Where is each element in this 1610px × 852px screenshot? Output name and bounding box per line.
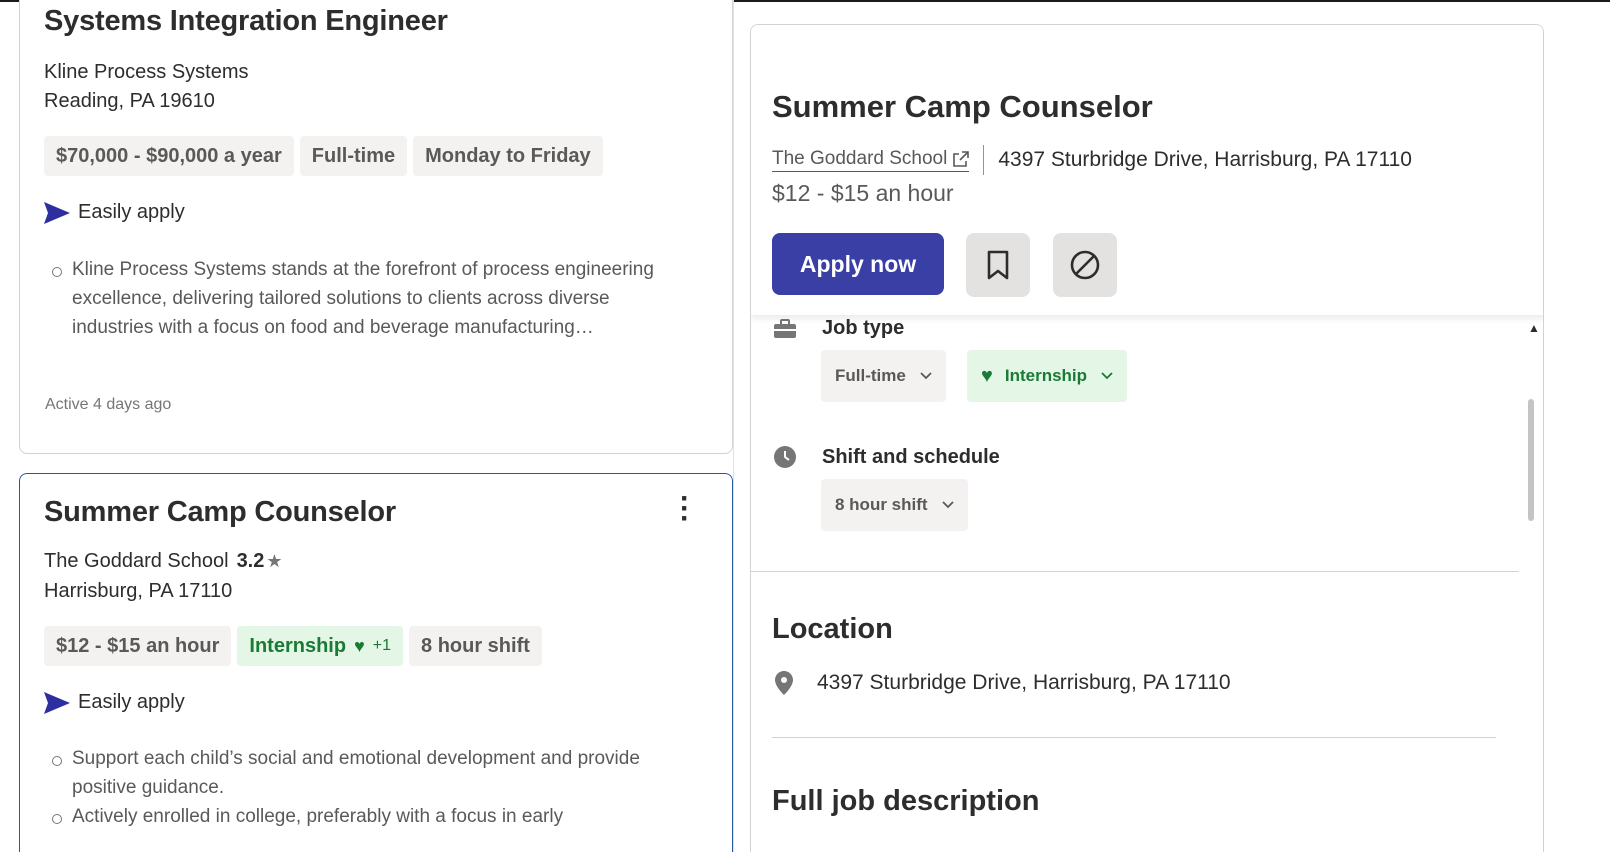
easily-apply-label: Easily apply (78, 201, 185, 223)
send-icon (44, 691, 70, 714)
chevron-down-icon (1101, 372, 1113, 380)
easily-apply: Easily apply (44, 201, 185, 224)
briefcase-icon (774, 319, 796, 338)
heart-icon: ♥ (354, 635, 365, 656)
apply-now-button[interactable]: Apply now (772, 233, 944, 295)
company-row: The Goddard School 3.2 ★ (44, 550, 283, 573)
chip-label: 8 hour shift (835, 495, 928, 514)
chevron-down-icon (941, 501, 954, 509)
more-count: +1 (372, 637, 392, 654)
detail-address: 4397 Sturbridge Drive, Harrisburg, PA 17… (998, 148, 1412, 171)
scroll-up-icon[interactable]: ▲ (1528, 321, 1540, 335)
salary-tag: $12 - $15 an hour (44, 626, 232, 666)
location-address: 4397 Sturbridge Drive, Harrisburg, PA 17… (817, 671, 1231, 694)
chip-label: Internship (1004, 366, 1088, 385)
job-card[interactable]: Systems Integration Engineer Kline Proce… (19, 0, 733, 454)
job-detail-panel: Summer Camp Counselor The Goddard School… (750, 24, 1544, 852)
shift-schedule-label: Shift and schedule (822, 446, 1000, 468)
shift-chip[interactable]: 8 hour shift (821, 479, 968, 531)
easily-apply-label: Easily apply (78, 691, 185, 713)
company-name: The Goddard School (44, 550, 229, 572)
chevron-down-icon (920, 372, 932, 380)
job-card-selected[interactable]: · · · Summer Camp Counselor The Goddard Sc… (19, 473, 733, 852)
company-link[interactable]: The Goddard School (772, 148, 970, 172)
job-type-chip-internship[interactable]: ♥ Internship (967, 350, 1128, 402)
divider (772, 737, 1496, 738)
shift-tag: 8 hour shift (409, 626, 542, 666)
active-date: Active 4 days ago (45, 396, 172, 413)
scrollbar-thumb[interactable] (1528, 399, 1534, 521)
job-snippet: Kline Process Systems stands at the fore… (52, 255, 672, 342)
job-type-chip-fulltime[interactable]: Full-time (821, 350, 946, 402)
tag-list: $70,000 - $90,000 a year Full-time Monda… (44, 136, 603, 176)
job-list: Systems Integration Engineer Kline Proce… (0, 0, 733, 852)
job-title[interactable]: Systems Integration Engineer (44, 5, 448, 38)
tag-list: $12 - $15 an hour Internship ♥ +1 8 hour… (44, 626, 542, 666)
detail-company-row: The Goddard School 4397 Sturbridge Drive… (772, 145, 1412, 175)
salary-tag: $70,000 - $90,000 a year (44, 136, 294, 176)
company-rating: 3.2 (236, 550, 265, 572)
send-icon (44, 201, 70, 224)
snippet-item: Support each child’s social and emotiona… (52, 744, 672, 802)
detail-pay: $12 - $15 an hour (772, 180, 954, 206)
divider (751, 571, 1519, 572)
schedule-tag: Monday to Friday (413, 136, 603, 176)
clock-icon (774, 446, 796, 468)
location-row: 4397 Sturbridge Drive, Harrisburg, PA 17… (775, 671, 1231, 695)
bookmark-icon (987, 250, 1009, 280)
job-snippet: Support each child’s social and emotiona… (52, 744, 672, 831)
snippet-item: Actively enrolled in college, preferably… (52, 802, 672, 831)
full-description-title: Full job description (772, 785, 1040, 817)
company-name: Kline Process Systems (44, 61, 249, 83)
detail-job-title: Summer Camp Counselor (772, 89, 1153, 124)
column-divider (733, 0, 734, 852)
snippet-item: Kline Process Systems stands at the fore… (52, 255, 672, 342)
company-link-label: The Goddard School (772, 148, 948, 169)
job-location: Harrisburg, PA 17110 (44, 580, 233, 602)
kebab-menu-icon[interactable]: · · · (680, 484, 690, 534)
separator (983, 145, 985, 175)
star-icon: ★ (266, 551, 283, 571)
not-interested-button[interactable] (1053, 233, 1117, 297)
block-icon (1070, 250, 1100, 280)
job-title[interactable]: Summer Camp Counselor (44, 496, 396, 529)
save-job-button[interactable] (966, 233, 1030, 297)
internship-label: Internship (249, 634, 347, 657)
chip-label: Full-time (835, 366, 906, 385)
easily-apply: Easily apply (44, 691, 185, 714)
heart-icon: ♥ (981, 364, 993, 387)
job-detail-header: Summer Camp Counselor The Goddard School… (751, 25, 1543, 315)
location-title: Location (772, 613, 893, 645)
job-type-label: Job type (822, 317, 905, 339)
internship-tag: Internship ♥ +1 (237, 626, 404, 666)
external-link-icon (953, 151, 970, 167)
location-pin-icon (775, 671, 793, 695)
job-type-tag: Full-time (299, 136, 408, 176)
job-location: Reading, PA 19610 (44, 90, 215, 112)
